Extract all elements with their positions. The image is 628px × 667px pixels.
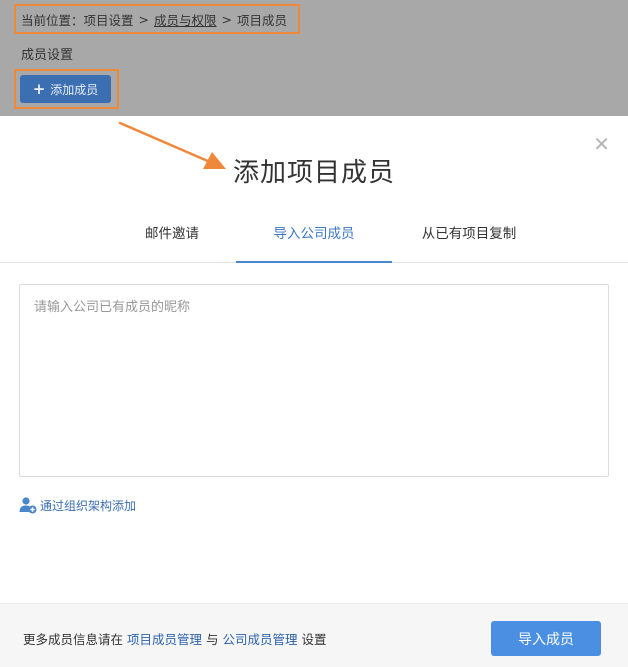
add-member-label: 添加成员 (50, 82, 99, 97)
breadcrumb-item-project-members: 项目成员 (237, 12, 288, 28)
footer-text-after: 设置 (301, 632, 327, 647)
modal-title: 添加项目成员 (232, 158, 395, 188)
company-member-management-link[interactable]: 公司成员管理 (223, 632, 298, 647)
add-member-modal: ✕ 添加项目成员 邮件邀请 导入公司成员 从已有项目复制 通过组织架构添加 更多… (0, 116, 628, 667)
org-structure-link[interactable]: 通过组织架构添加 (19, 496, 136, 514)
annotation-arrow-icon (118, 121, 226, 169)
breadcrumb-item-project-settings[interactable]: 项目设置 (84, 10, 134, 29)
breadcrumb-separator: > (221, 11, 233, 27)
footer-hint: 更多成员信息请在 项目成员管理 与 公司成员管理 设置 (23, 629, 327, 648)
breadcrumb: 当前位置： 项目设置 > 成员与权限 > 项目成员 (14, 4, 300, 34)
page-background: 当前位置： 项目设置 > 成员与权限 > 项目成员 成员设置 + 添加成员 (0, 0, 628, 116)
member-nickname-input[interactable] (19, 284, 609, 477)
tab-import-company-members[interactable]: 导入公司成员 (236, 219, 392, 263)
footer-text-mid: 与 (206, 632, 219, 647)
plus-icon: + (32, 80, 46, 98)
section-title: 成员设置 (21, 48, 74, 63)
tab-bar: 邮件邀请 导入公司成员 从已有项目复制 (0, 219, 628, 263)
modal-footer: 更多成员信息请在 项目成员管理 与 公司成员管理 设置 导入成员 (0, 603, 628, 667)
project-member-management-link[interactable]: 项目成员管理 (127, 632, 202, 647)
add-member-highlight: + 添加成员 (14, 69, 119, 109)
breadcrumb-prefix: 当前位置： (21, 12, 84, 28)
add-user-icon (19, 497, 37, 514)
tab-email-invite[interactable]: 邮件邀请 (108, 219, 236, 263)
footer-text-before: 更多成员信息请在 (23, 632, 124, 647)
org-structure-link-label: 通过组织架构添加 (40, 498, 137, 513)
breadcrumb-item-members-permissions[interactable]: 成员与权限 (154, 10, 217, 29)
breadcrumb-separator: > (138, 11, 150, 27)
import-members-button[interactable]: 导入成员 (491, 621, 601, 656)
tab-copy-from-project[interactable]: 从已有项目复制 (392, 219, 546, 263)
add-member-button[interactable]: + 添加成员 (20, 75, 111, 103)
